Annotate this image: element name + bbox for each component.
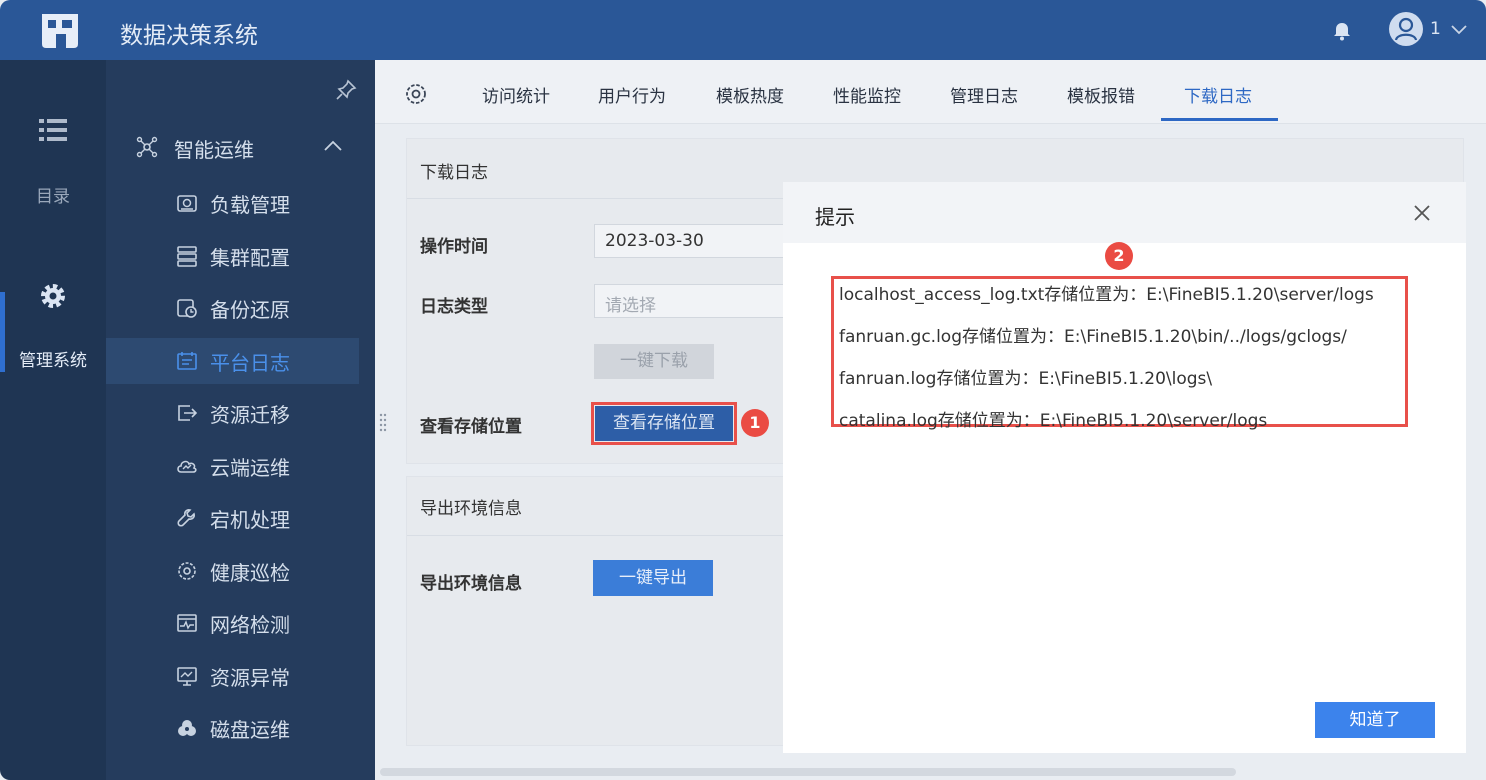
migrate-icon <box>178 405 198 421</box>
card-title: 下载日志 <box>420 163 488 183</box>
top-bar: 数据决策系统 1 <box>0 0 1486 60</box>
cluster-icon <box>177 246 197 267</box>
tab-management-log[interactable]: 管理日志 <box>950 82 1018 107</box>
step-badge-1: 1 <box>741 409 769 437</box>
dialog-title: 提示 <box>815 205 855 229</box>
sidebar-group-label: 智能运维 <box>174 138 254 162</box>
tab-performance[interactable]: 性能监控 <box>833 82 901 107</box>
user-name[interactable]: 1 <box>1430 19 1441 39</box>
close-icon[interactable] <box>1411 202 1433 224</box>
log-type-select[interactable]: 请选择 <box>594 284 786 318</box>
sidebar-item-label: 磁盘运维 <box>210 718 290 742</box>
view-storage-button[interactable]: 查看存储位置 <box>595 406 733 441</box>
app-title: 数据决策系统 <box>120 23 258 49</box>
wrench-icon <box>177 509 195 527</box>
op-time-value: 2023-03-30 <box>605 231 704 251</box>
tab-download-log[interactable]: 下载日志 <box>1184 82 1252 107</box>
storage-path-line: localhost_access_log.txt存储位置为：E:\FineBI5… <box>839 285 1374 305</box>
sidebar-item-label: 健康巡检 <box>210 561 290 585</box>
sidebar-item-downtime[interactable]: 宕机处理 <box>106 495 359 541</box>
sidebar-item-label: 负载管理 <box>210 193 290 217</box>
sidebar-item-network[interactable]: 网络检测 <box>106 600 359 646</box>
got-it-button[interactable]: 知道了 <box>1315 702 1435 738</box>
sidebar-item-load[interactable]: 负载管理 <box>106 180 359 226</box>
cloud-icon <box>177 460 197 473</box>
drag-handle-icon[interactable] <box>379 412 387 432</box>
sidebar-item-label: 集群配置 <box>210 246 290 270</box>
user-icon <box>1394 17 1418 41</box>
storage-path-line: fanruan.log存储位置为：E:\FineBI5.1.20\logs\ <box>839 369 1213 389</box>
sidebar-item-migrate[interactable]: 资源迁移 <box>106 390 359 436</box>
log-type-placeholder: 请选择 <box>605 296 656 316</box>
gear-icon[interactable] <box>37 280 69 312</box>
backup-icon <box>177 299 197 318</box>
settings-gear-icon[interactable] <box>404 82 428 106</box>
pin-icon[interactable] <box>334 78 358 102</box>
log-icon <box>177 352 197 370</box>
rail-item-management[interactable]: 管理系统 <box>0 346 106 371</box>
disk-icon <box>178 720 196 736</box>
sidebar-item-label: 平台日志 <box>210 351 290 375</box>
monitor-icon <box>177 667 197 686</box>
storage-path-line: catalina.log存储位置为：E:\FineBI5.1.20\server… <box>839 411 1268 431</box>
network-icon <box>177 614 197 632</box>
export-env-label: 导出环境信息 <box>420 574 522 594</box>
sidebar-item-resource-anomaly[interactable]: 资源异常 <box>106 653 359 699</box>
log-type-label: 日志类型 <box>420 297 488 317</box>
dialog-header: 提示 <box>783 182 1466 243</box>
sidebar-item-backup[interactable]: 备份还原 <box>106 285 359 331</box>
tab-template-heat[interactable]: 模板热度 <box>716 82 784 107</box>
step-badge-2: 2 <box>1105 242 1133 270</box>
tab-template-errors[interactable]: 模板报错 <box>1067 82 1135 107</box>
sidebar-item-cluster[interactable]: 集群配置 <box>106 233 359 279</box>
sidebar-item-platform-log[interactable]: 平台日志 <box>106 338 359 384</box>
sidebar-item-label: 云端运维 <box>210 456 290 480</box>
app-logo <box>42 14 78 48</box>
op-time-label: 操作时间 <box>420 237 488 257</box>
view-storage-label: 查看存储位置 <box>420 417 522 437</box>
avatar[interactable] <box>1389 12 1423 46</box>
health-gear-icon <box>178 562 196 580</box>
one-click-download-button[interactable]: 一键下载 <box>594 344 714 379</box>
network-nodes-icon <box>136 136 158 158</box>
sidebar-item-label: 网络检测 <box>210 613 290 637</box>
sidebar-item-label: 宕机处理 <box>210 508 290 532</box>
tab-access-stats[interactable]: 访问统计 <box>482 82 550 107</box>
chevron-up-icon[interactable] <box>322 138 344 154</box>
sidebar-item-health[interactable]: 健康巡检 <box>106 548 359 594</box>
storage-path-line: fanruan.gc.log存储位置为：E:\FineBI5.1.20\bin/… <box>839 327 1347 347</box>
sidebar-item-label: 备份还原 <box>210 298 290 322</box>
list-icon[interactable] <box>37 114 69 146</box>
sidebar-item-label: 资源异常 <box>210 666 290 690</box>
chevron-down-icon[interactable] <box>1450 22 1468 36</box>
bell-icon[interactable] <box>1331 20 1353 42</box>
one-click-export-button[interactable]: 一键导出 <box>593 560 713 596</box>
load-icon <box>177 195 197 212</box>
sidebar-group-ops[interactable]: 智能运维 <box>106 120 375 174</box>
tip-dialog: 提示 2 localhost_access_log.txt存储位置为：E:\Fi… <box>783 182 1466 753</box>
sidebar-item-cloud[interactable]: 云端运维 <box>106 443 359 489</box>
tab-user-behavior[interactable]: 用户行为 <box>598 82 666 107</box>
op-time-field[interactable]: 2023-03-30 <box>594 224 786 258</box>
sidebar-item-disk[interactable]: 磁盘运维 <box>106 705 359 751</box>
active-tab-underline <box>1161 118 1278 121</box>
card-title: 导出环境信息 <box>420 499 522 519</box>
horizontal-scrollbar[interactable] <box>380 768 1236 776</box>
app-window: 数据决策系统 1 目录 管理系统 智能运维 负载管理 集群配置 备份还原 平台日… <box>0 0 1486 780</box>
sidebar-item-label: 资源迁移 <box>210 403 290 427</box>
left-rail <box>0 60 106 780</box>
rail-item-directory[interactable]: 目录 <box>0 182 106 207</box>
